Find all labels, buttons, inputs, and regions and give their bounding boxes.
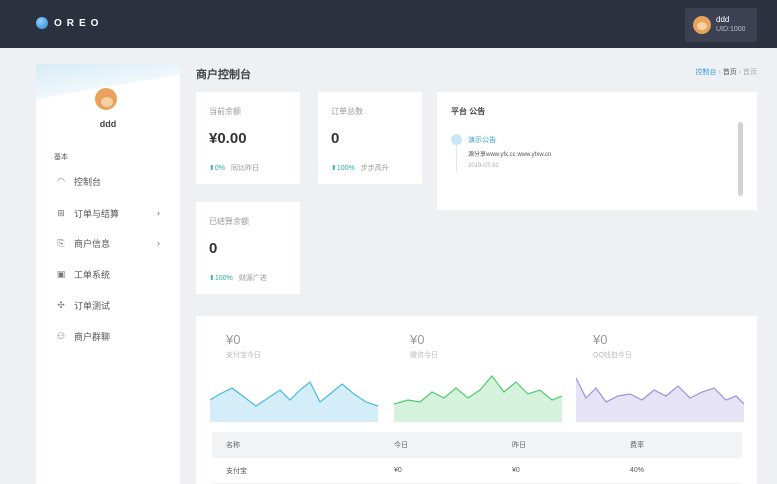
sparkline-alipay	[210, 381, 378, 422]
table-cell: ¥0	[394, 467, 402, 474]
table-header-cell: 今日	[394, 442, 408, 449]
stat-card-orders: 订单总数 0 ⬆100% 步步高升	[318, 92, 422, 184]
grid-icon: ⊞	[57, 207, 65, 218]
table-header: 名称 今日 昨日 费率	[212, 432, 742, 458]
table-header-cell: 费率	[630, 442, 644, 449]
table-row: 支付宝 ¥0 ¥0 40%	[212, 458, 742, 484]
sidebar-item-tickets[interactable]: ▣ 工单系统	[36, 264, 180, 284]
sparkline-fill	[210, 382, 378, 422]
dashboard-icon: ◠	[57, 175, 65, 186]
sidebar-item-dashboard[interactable]: ◠ 控制台	[36, 171, 180, 191]
stat-value: 0	[209, 240, 218, 257]
announcement-title: 平台 公告	[451, 107, 486, 116]
user-uid: UID:1000	[716, 26, 746, 33]
scrollbar[interactable]	[738, 122, 743, 196]
brand-name: OREO	[54, 17, 104, 29]
announcement-item-date: 2019-07-31	[468, 163, 499, 169]
sidebar-item-label: 订单测试	[74, 300, 111, 311]
test-icon: ✣	[57, 299, 65, 310]
sidebar-item-label: 订单与结算	[74, 208, 120, 219]
chevron-right-icon: ›	[157, 238, 160, 248]
stat-trend-pct: ⬆100%	[209, 275, 233, 282]
sidebar-item-label: 商户信息	[74, 238, 111, 249]
ticket-icon: ▣	[56, 268, 66, 279]
payment-stats-card: ¥0 支付宝今日 ¥0 微信今日 ¥0 QQ钱包今日 名称 今日 昨日 费率 支…	[196, 316, 757, 484]
payment-value: ¥0	[593, 332, 608, 347]
timeline-dot-icon	[451, 134, 462, 145]
stat-trend-pct: ⬆0%	[209, 165, 225, 172]
breadcrumb: 控制台 › 首页 › 首页	[696, 67, 758, 77]
sidebar-avatar[interactable]	[93, 86, 119, 112]
sidebar-section-label: 基本	[54, 154, 68, 161]
payment-value: ¥0	[410, 332, 425, 347]
payment-value: ¥0	[226, 332, 241, 347]
stat-card-settled: 已结算余额 0 ⬆100% 财源广进	[196, 202, 300, 294]
payment-label: 支付宝今日	[226, 352, 261, 359]
page-title: 商户控制台	[196, 69, 251, 81]
sidebar-item-orders[interactable]: ⊞ 订单与结算 ›	[36, 203, 180, 223]
sidebar-item-label: 工单系统	[74, 269, 111, 280]
brand-logo[interactable]: OREO	[36, 17, 103, 29]
table-cell: 支付宝	[226, 467, 247, 475]
table-header-cell: 昨日	[512, 442, 526, 449]
announcement-item-text: 源分享www.yfx.cc www.yfxw.cn	[468, 152, 552, 158]
stat-trend: ⬆100% 步步高升	[331, 163, 389, 173]
user-name: ddd	[716, 15, 730, 24]
payment-label: QQ钱包今日	[593, 352, 632, 359]
timeline-line	[456, 142, 457, 172]
sparkline-wechat	[394, 375, 562, 422]
top-navbar: OREO ddd UID:1000	[0, 0, 777, 48]
announcement-card: 平台 公告 演示公告 源分享www.yfx.cc www.yfxw.cn 201…	[437, 92, 757, 210]
breadcrumb-separator: ›	[718, 69, 721, 76]
breadcrumb-item: 首页	[743, 69, 757, 76]
document-icon: ⎘	[57, 237, 65, 248]
sparkline-fill	[394, 376, 562, 422]
sidebar-item-label: 控制台	[74, 176, 102, 187]
sidebar-item-order-test[interactable]: ✣ 订单测试	[36, 295, 180, 315]
stat-card-balance: 当前余额 ¥0.00 ⬆0% 同比昨日	[196, 92, 300, 184]
table-cell: ¥0	[512, 467, 520, 474]
sidebar-item-label: 商户群聊	[74, 331, 111, 342]
chevron-right-icon: ›	[157, 208, 160, 218]
user-avatar	[693, 16, 711, 34]
payment-stat-wechat: ¥0 微信今日	[410, 332, 438, 360]
group-icon: ⚇	[56, 330, 66, 341]
logo-icon	[36, 17, 48, 29]
payment-stat-qq: ¥0 QQ钱包今日	[593, 332, 632, 360]
breadcrumb-separator: ›	[738, 69, 742, 76]
stat-trend: ⬆0% 同比昨日	[209, 163, 259, 173]
sparkline-fill	[576, 378, 744, 422]
stat-label: 当前余额	[209, 107, 241, 116]
breadcrumb-item[interactable]: 首页	[723, 69, 737, 76]
sparkline-qq	[576, 377, 744, 422]
stat-value: 0	[331, 130, 340, 147]
sidebar-item-group-chat[interactable]: ⚇ 商户群聊	[36, 326, 180, 346]
stat-label: 已结算余额	[209, 217, 249, 226]
stat-trend-text: 财源广进	[238, 275, 267, 282]
payment-stat-alipay: ¥0 支付宝今日	[226, 332, 261, 360]
stat-label: 订单总数	[331, 107, 363, 116]
stat-trend-text: 步步高升	[360, 165, 389, 172]
table-header-cell: 名称	[226, 442, 240, 449]
stat-trend-text: 同比昨日	[231, 165, 259, 172]
sidebar-username: ddd	[99, 119, 117, 129]
announcement-item-title[interactable]: 演示公告	[468, 135, 496, 145]
user-menu[interactable]: ddd UID:1000	[685, 8, 757, 42]
payment-label: 微信今日	[410, 352, 438, 359]
sidebar: ddd 基本 ◠ 控制台 ⊞ 订单与结算 › ⎘ 商户信息 › ▣ 工单系统 ✣…	[36, 64, 180, 484]
stat-value: ¥0.00	[209, 130, 247, 147]
stat-trend-pct: ⬆100%	[331, 165, 355, 172]
sidebar-item-merchant-info[interactable]: ⎘ 商户信息 ›	[36, 233, 180, 253]
table-cell: 40%	[630, 467, 645, 474]
stat-trend: ⬆100% 财源广进	[209, 273, 267, 283]
breadcrumb-item[interactable]: 控制台	[696, 69, 717, 76]
payment-table: 名称 今日 昨日 费率 支付宝 ¥0 ¥0 40%	[212, 432, 742, 484]
